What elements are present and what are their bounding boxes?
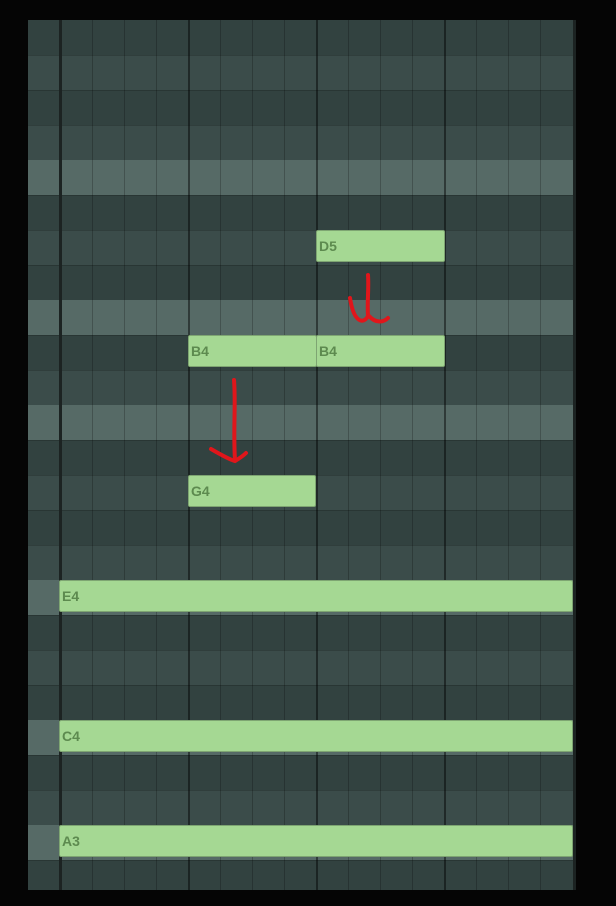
step-line xyxy=(540,20,541,890)
note-b4-first[interactable]: B4 xyxy=(188,335,317,367)
row-divider xyxy=(28,755,576,756)
row-divider xyxy=(28,545,576,546)
row-divider xyxy=(28,370,576,371)
pitch-row xyxy=(28,195,576,230)
note-d5[interactable]: D5 xyxy=(316,230,445,262)
pitch-row xyxy=(28,755,576,790)
pitch-row xyxy=(28,650,576,685)
pitch-row xyxy=(28,55,576,90)
beat-line xyxy=(316,20,318,890)
pitch-row xyxy=(28,125,576,160)
pitch-row xyxy=(28,685,576,720)
step-line xyxy=(348,20,349,890)
note-e4[interactable]: E4 xyxy=(59,580,573,612)
pitch-row xyxy=(28,545,576,580)
pitch-row xyxy=(28,230,576,265)
pitch-row xyxy=(28,440,576,475)
note-g4[interactable]: G4 xyxy=(188,475,316,507)
step-line xyxy=(124,20,125,890)
pitch-row xyxy=(28,370,576,405)
row-divider xyxy=(28,230,576,231)
piano-roll-grid[interactable]: D5 B4 B4 G4 E4 C4 A3 xyxy=(28,20,576,890)
pitch-row-highlight xyxy=(28,405,576,440)
pitch-row xyxy=(28,860,576,890)
bar-line xyxy=(59,20,62,890)
row-divider xyxy=(28,685,576,686)
note-c4[interactable]: C4 xyxy=(59,720,573,752)
step-line xyxy=(252,20,253,890)
pitch-row xyxy=(28,265,576,300)
bar-line xyxy=(573,20,576,890)
row-divider xyxy=(28,860,576,861)
pitch-row xyxy=(28,790,576,825)
step-line xyxy=(92,20,93,890)
step-line xyxy=(380,20,381,890)
row-divider xyxy=(28,790,576,791)
note-a3[interactable]: A3 xyxy=(59,825,573,857)
row-divider xyxy=(28,90,576,91)
row-divider xyxy=(28,195,576,196)
step-line xyxy=(156,20,157,890)
beat-line xyxy=(188,20,190,890)
note-b4-second[interactable]: B4 xyxy=(316,335,445,367)
row-divider xyxy=(28,615,576,616)
row-divider xyxy=(28,440,576,441)
beat-line xyxy=(444,20,446,890)
step-line xyxy=(476,20,477,890)
pitch-row xyxy=(28,20,576,55)
row-divider xyxy=(28,265,576,266)
pitch-row-highlight xyxy=(28,160,576,195)
pitch-row xyxy=(28,615,576,650)
row-divider xyxy=(28,510,576,511)
step-line xyxy=(412,20,413,890)
pitch-row xyxy=(28,510,576,545)
pitch-row xyxy=(28,90,576,125)
pitch-row-highlight xyxy=(28,300,576,335)
row-divider xyxy=(28,650,576,651)
step-line xyxy=(508,20,509,890)
step-line xyxy=(220,20,221,890)
row-divider xyxy=(28,125,576,126)
step-line xyxy=(284,20,285,890)
row-divider xyxy=(28,55,576,56)
